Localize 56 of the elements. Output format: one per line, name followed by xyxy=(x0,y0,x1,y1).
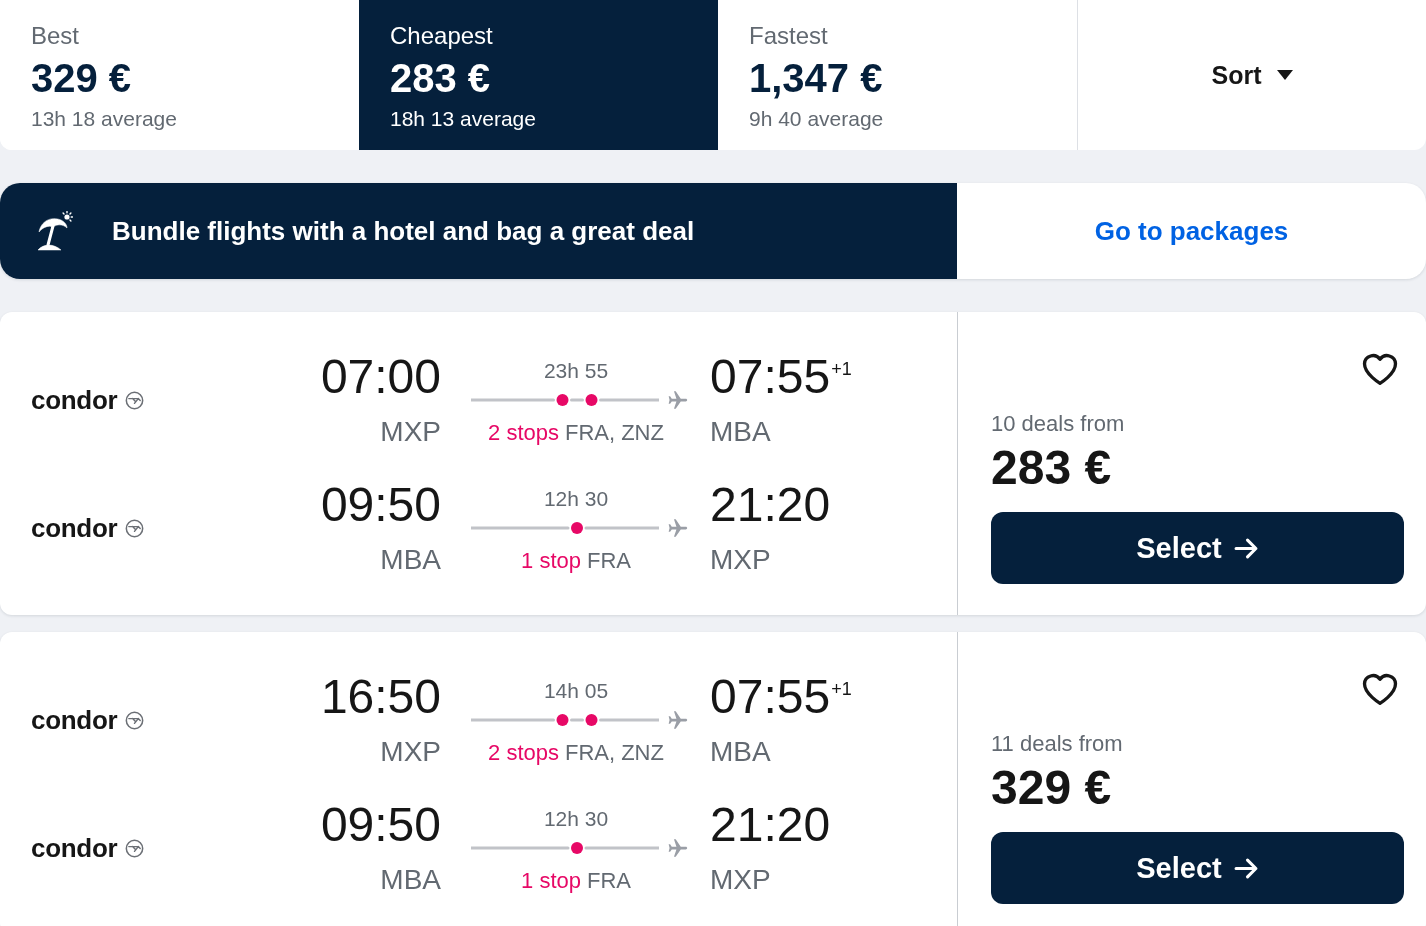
sort-tab[interactable]: Cheapest 283 € 18h 13 average xyxy=(359,0,718,150)
departure-airport: MBA xyxy=(380,543,441,577)
plane-icon xyxy=(667,517,689,539)
stop-airport: FRA, xyxy=(565,420,616,446)
departure-time: 09:50 xyxy=(320,799,441,851)
arrival-airport: MBA xyxy=(710,735,771,769)
flight-duration: 14h 05 xyxy=(543,679,609,703)
departure-airport: MBA xyxy=(380,863,441,897)
day-offset: +1 xyxy=(831,679,852,699)
emblem-icon xyxy=(125,518,145,538)
stop-airport: FRA xyxy=(586,868,631,894)
stops-count: 2 stops xyxy=(488,740,559,766)
deals-count: 11 deals from xyxy=(991,731,1123,757)
airline-name: condor xyxy=(31,704,118,736)
arrival-airport: MXP xyxy=(710,543,771,577)
select-button[interactable]: Select xyxy=(991,832,1404,904)
price: 329 € xyxy=(991,763,1112,813)
caret-down-icon xyxy=(1276,70,1293,80)
price: 283 € xyxy=(991,443,1112,493)
plane-icon xyxy=(667,389,689,411)
stops-count: 1 stop xyxy=(521,868,581,894)
stop-airport: ZNZ xyxy=(621,740,664,766)
arrival-airport: MBA xyxy=(710,415,771,449)
arrival-time: 21:20 xyxy=(710,799,831,851)
stop-airport: FRA, xyxy=(565,740,616,766)
day-offset: +1 xyxy=(831,359,852,379)
departure-airport: MXP xyxy=(380,415,441,449)
emblem-icon xyxy=(125,710,145,730)
stops-count: 2 stops xyxy=(488,420,559,446)
arrival-time: 21:20 xyxy=(710,479,831,531)
arrival-airport: MXP xyxy=(710,863,771,897)
flight-duration: 12h 30 xyxy=(543,487,609,511)
stops-count: 1 stop xyxy=(521,548,581,574)
airline-name: condor xyxy=(31,832,118,864)
arrival-time: 07:55 xyxy=(710,671,831,723)
stop-airport: FRA xyxy=(586,548,631,574)
flight-duration: 23h 55 xyxy=(543,359,609,383)
select-button[interactable]: Select xyxy=(991,512,1404,584)
departure-airport: MXP xyxy=(380,735,441,769)
airline-name: condor xyxy=(31,384,118,416)
deals-count: 10 deals from xyxy=(991,411,1125,437)
packages-link[interactable]: Go to packages xyxy=(1094,215,1289,247)
plane-icon xyxy=(667,837,689,859)
plane-icon xyxy=(667,709,689,731)
emblem-icon xyxy=(125,390,145,410)
airline-name: condor xyxy=(31,512,118,544)
departure-time: 09:50 xyxy=(320,479,441,531)
departure-time: 16:50 xyxy=(320,671,441,723)
arrival-time: 07:55 xyxy=(710,351,831,403)
sort-button[interactable]: Sort xyxy=(1209,56,1295,94)
flight-duration: 12h 30 xyxy=(543,807,609,831)
promo-text: Bundle flights with a hotel and bag a great deal xyxy=(112,215,695,247)
stop-airport: ZNZ xyxy=(621,420,664,446)
beach-umbrella-icon xyxy=(37,211,73,251)
emblem-icon xyxy=(125,838,145,858)
departure-time: 07:00 xyxy=(320,351,441,403)
